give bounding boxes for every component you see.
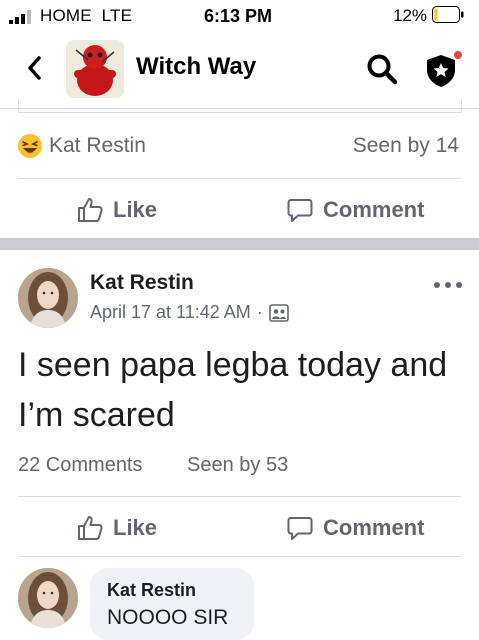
battery-percent: 12% — [393, 6, 428, 25]
voodoo-doll-image — [66, 40, 124, 98]
signal-strength-icon — [9, 10, 31, 24]
thumbs-up-icon — [78, 198, 103, 222]
battery-icon — [432, 6, 464, 23]
seen-by-count[interactable]: Seen by 53 — [187, 454, 288, 477]
shield-star-icon — [427, 51, 462, 87]
comment-text: NOOOO SIR — [107, 606, 229, 629]
divider — [18, 178, 461, 179]
divider — [18, 496, 461, 497]
comment-label: Comment — [323, 515, 425, 540]
commenter-avatar[interactable] — [18, 568, 78, 628]
speech-bubble-icon — [287, 517, 313, 540]
like-button[interactable]: Like — [76, 514, 157, 542]
avatar-photo — [18, 568, 78, 628]
like-button[interactable]: Like — [76, 196, 157, 224]
post-author[interactable]: Kat Restin — [90, 271, 194, 295]
post-meta: April 17 at 11:42 AM · — [90, 302, 289, 323]
group-privacy-icon — [268, 303, 289, 322]
speech-bubble-icon — [287, 199, 313, 222]
author-avatar[interactable] — [18, 268, 78, 328]
like-label: Like — [113, 515, 158, 540]
post-separator — [0, 238, 479, 250]
comment-button[interactable]: Comment — [286, 196, 424, 224]
search-icon[interactable] — [366, 53, 398, 85]
post-timestamp[interactable]: April 17 at 11:42 AM — [90, 302, 251, 323]
carrier-label: HOME LTE — [40, 6, 133, 25]
divider — [18, 556, 461, 557]
seen-by-author[interactable]: Kat Restin — [49, 134, 146, 158]
avatar-photo — [18, 268, 78, 328]
laughing-emoji-icon — [18, 134, 42, 158]
comments-count[interactable]: 22 Comments — [18, 454, 143, 477]
back-chevron-icon[interactable] — [25, 54, 45, 82]
more-options-icon[interactable] — [433, 281, 463, 289]
thumbs-up-icon — [78, 516, 103, 540]
status-bar: HOME LTE 6:13 PM 12% — [0, 0, 479, 34]
seen-by-count[interactable]: Seen by 14 — [353, 134, 459, 158]
comment-author[interactable]: Kat Restin — [107, 580, 196, 601]
clock: 6:13 PM — [204, 6, 273, 26]
comment-label: Comment — [323, 197, 425, 222]
previous-post-attachment — [18, 100, 462, 113]
admin-tools-button[interactable] — [422, 49, 464, 91]
group-title[interactable]: Witch Way — [136, 53, 256, 81]
like-label: Like — [113, 197, 158, 222]
post-body: I seen papa legba today and I’m scared — [18, 346, 448, 434]
group-thumbnail[interactable] — [66, 40, 124, 98]
meta-separator: · — [256, 302, 263, 322]
comment-button[interactable]: Comment — [286, 514, 424, 542]
